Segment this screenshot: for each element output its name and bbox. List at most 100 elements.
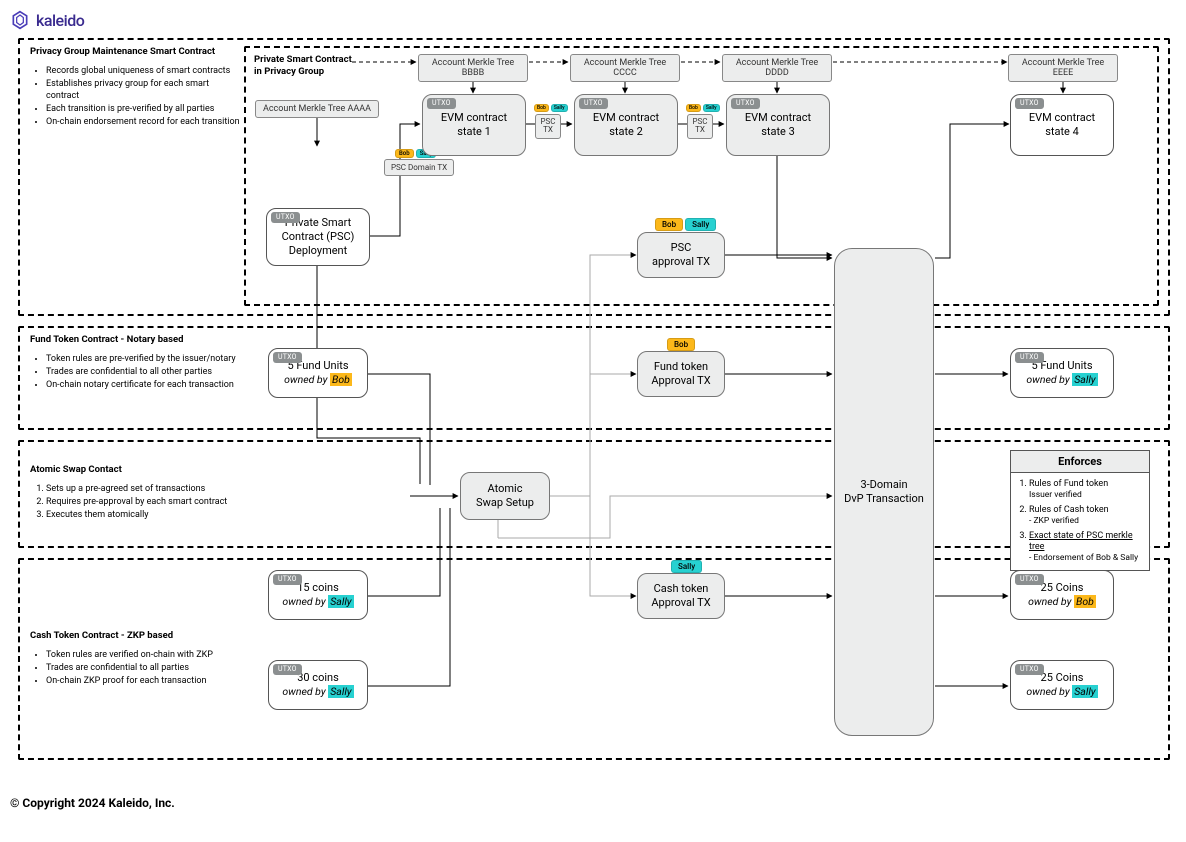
diagram-canvas: Privacy Group Maintenance Smart Contract…: [10, 38, 1176, 778]
node-text: PSC: [671, 241, 692, 255]
section4-bullet: Token rules are verified on-chain with Z…: [46, 649, 240, 661]
node-text: state 3: [761, 125, 795, 139]
node-text: Swap Setup: [476, 496, 534, 510]
node-text: state 4: [1045, 125, 1079, 139]
chip-sally: Sally: [671, 560, 702, 573]
utxo-badge: UTXO: [579, 98, 608, 109]
chip-sally: Sally: [551, 104, 568, 112]
logo-text: kaleido: [36, 11, 84, 30]
node-text: EVM contract: [1029, 111, 1095, 125]
enforces-item: Rules of Cash token- ZKP verified: [1029, 505, 1145, 527]
section-cash-token: Cash Token Contract - ZKP based Token ru…: [18, 558, 1170, 760]
section4-bullet: On-chain ZKP proof for each transaction: [46, 675, 240, 687]
section3-desc: Atomic Swap Contact Sets up a pre-agreed…: [30, 464, 240, 522]
enforces-title: Enforces: [1011, 451, 1149, 473]
chip-row-fund-approval: Bob: [666, 338, 696, 351]
node-text: Atomic: [488, 482, 523, 496]
merkle-c: Account Merkle Tree CCCC: [570, 54, 680, 82]
node-text: Cash token: [654, 582, 709, 596]
section4-bullet: Trades are confidential to all parties: [46, 662, 240, 674]
evm-state-1: UTXO EVM contract state 1: [422, 94, 526, 156]
section2-desc: Fund Token Contract - Notary based Token…: [30, 334, 240, 392]
section1-title: Privacy Group Maintenance Smart Contract: [30, 46, 240, 59]
node-text: 15 coins: [297, 581, 339, 595]
node-text: owned by Sally: [1026, 685, 1097, 699]
inner-title: Private Smart Contract in Privacy Group: [254, 54, 352, 79]
node-text: Fund token: [654, 360, 708, 374]
utxo-badge: UTXO: [427, 98, 456, 109]
enforces-box: Enforces Rules of Fund tokenIssuer verif…: [1010, 450, 1150, 571]
psc-tx-1: PSCTX: [535, 114, 561, 139]
node-text: approval TX: [652, 255, 710, 269]
psc-tx-2: PSCTX: [687, 114, 713, 139]
chip-row-psc-approval: Bob Sally: [654, 218, 717, 231]
section2-bullet: Token rules are pre-verified by the issu…: [46, 353, 240, 365]
psc-deployment: UTXO Private Smart Contract (PSC) Deploy…: [266, 208, 370, 266]
utxo-badge: UTXO: [1015, 352, 1044, 363]
chip-sally: Sally: [685, 218, 716, 231]
logo: kaleido: [10, 10, 1176, 30]
kaleido-logo-icon: [10, 10, 30, 30]
copyright: © Copyright 2024 Kaleido, Inc.: [10, 796, 1176, 810]
merkle-e: Account Merkle Tree EEEE: [1008, 54, 1118, 82]
node-text: state 1: [457, 125, 491, 139]
utxo-badge: UTXO: [273, 574, 302, 585]
merkle-d: Account Merkle Tree DDDD: [722, 54, 832, 82]
section-atomic-swap: Atomic Swap Contact Sets up a pre-agreed…: [18, 440, 1170, 548]
node-text: 30 coins: [297, 671, 339, 685]
node-text: Deployment: [289, 244, 347, 258]
chip-bob: Bob: [667, 338, 695, 351]
chip-bob: Bob: [395, 149, 414, 158]
utxo-badge: UTXO: [1015, 574, 1044, 585]
node-text: 3-Domain: [860, 478, 907, 492]
node-text: state 2: [609, 125, 643, 139]
node-text: EVM contract: [745, 111, 811, 125]
node-text: owned by Sally: [282, 685, 353, 699]
utxo-badge: UTXO: [273, 352, 302, 363]
utxo-badge: UTXO: [273, 664, 302, 675]
section4-desc: Cash Token Contract - ZKP based Token ru…: [30, 630, 240, 688]
psc-domain-tx: PSC Domain TX: [384, 159, 454, 176]
section3-title: Atomic Swap Contact: [30, 464, 240, 477]
node-text: owned by Bob: [284, 373, 352, 387]
utxo-badge: UTXO: [1015, 664, 1044, 675]
section1-bullet: Establishes privacy group for each smart…: [46, 78, 240, 102]
section2-title: Fund Token Contract - Notary based: [30, 334, 240, 347]
section2-bullet: Trades are confidential to all other par…: [46, 366, 240, 378]
enforces-item: Exact state of PSC merkle tree- Endorsem…: [1029, 531, 1145, 564]
node-text: Contract (PSC): [282, 230, 355, 244]
section1-bullet: Records global uniqueness of smart contr…: [46, 65, 240, 77]
node-text: DvP Transaction: [844, 492, 924, 506]
fund-units-bob: UTXO 5 Fund Units owned by Bob: [268, 348, 368, 398]
node-text: EVM contract: [441, 111, 507, 125]
cash-approval-tx: Cash token Approval TX: [637, 573, 725, 619]
coins-15-sally: UTXO 15 coins owned by Sally: [268, 570, 368, 620]
chip-bob: Bob: [534, 104, 549, 112]
evm-state-3: UTXO EVM contract state 3: [726, 94, 830, 156]
chip-row-psctx1: Bob Sally: [533, 104, 569, 112]
chip-bob: Bob: [686, 104, 701, 112]
section1-bullet: Each transition is pre-verified by all p…: [46, 103, 240, 115]
fund-approval-tx: Fund token Approval TX: [637, 351, 725, 397]
chip-row-cash-approval: Sally: [670, 560, 703, 573]
merkle-a: Account Merkle Tree AAAA: [255, 100, 379, 118]
section3-item: Executes them atomically: [46, 509, 240, 521]
inner-title-line2: in Privacy Group: [254, 66, 324, 77]
coins-25-bob: UTXO 25 Coins owned by Bob: [1010, 570, 1114, 620]
coins-25-sally: UTXO 25 Coins owned by Sally: [1010, 660, 1114, 710]
chip-bob: Bob: [655, 218, 683, 231]
section-fund-token: Fund Token Contract - Notary based Token…: [18, 326, 1170, 430]
utxo-badge: UTXO: [731, 98, 760, 109]
merkle-b: Account Merkle Tree BBBB: [418, 54, 528, 82]
section3-item: Sets up a pre-agreed set of transactions: [46, 483, 240, 495]
node-text: owned by Sally: [1026, 373, 1097, 387]
coins-30-sally: UTXO 30 coins owned by Sally: [268, 660, 368, 710]
node-text: EVM contract: [593, 111, 659, 125]
section1-desc: Privacy Group Maintenance Smart Contract…: [30, 46, 240, 130]
chip-row-psctx2: Bob Sally: [685, 104, 721, 112]
psc-approval-tx: PSC approval TX: [637, 232, 725, 278]
section2-bullet: On-chain notary certificate for each tra…: [46, 379, 240, 391]
section4-title: Cash Token Contract - ZKP based: [30, 630, 240, 643]
section1-bullet: On-chain endorsement record for each tra…: [46, 116, 240, 128]
node-text: Approval TX: [651, 596, 710, 610]
